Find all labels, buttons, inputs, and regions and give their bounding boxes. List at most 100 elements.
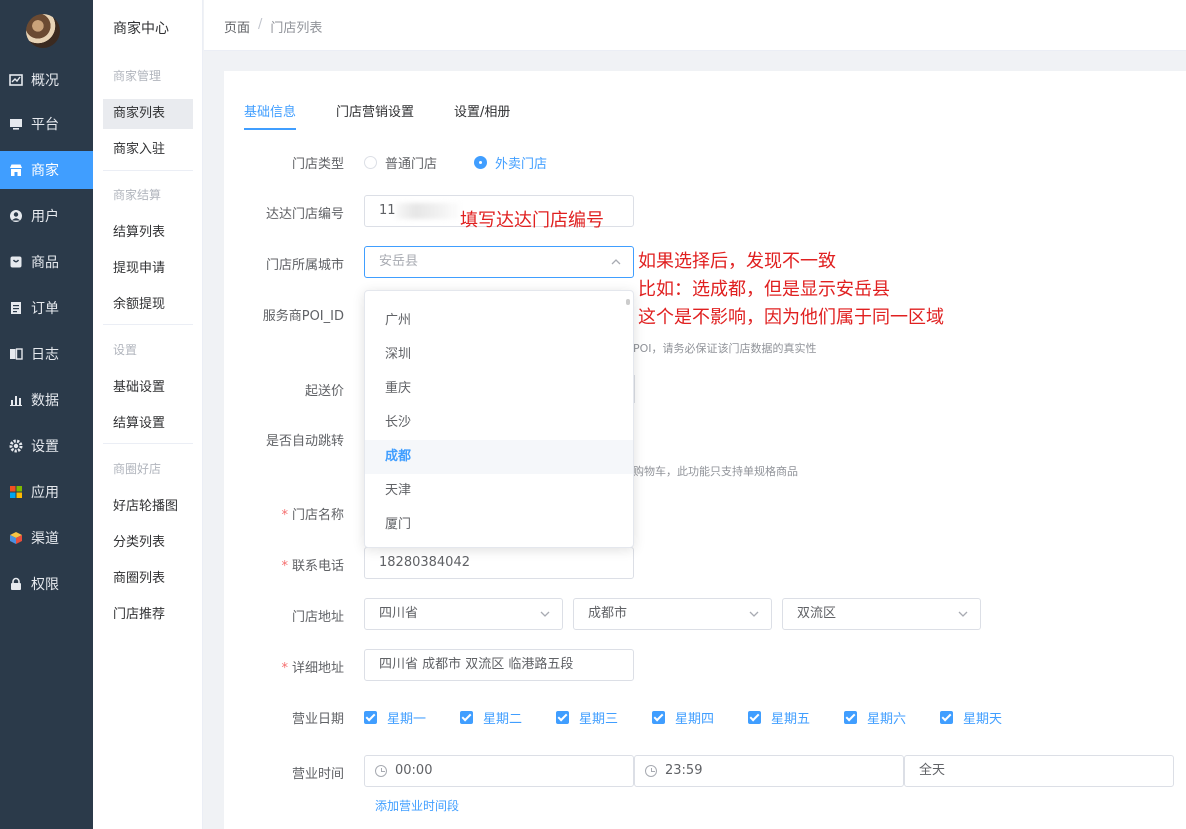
nav-item-platform[interactable]: 平台: [0, 105, 93, 143]
subnav-title: 商家中心: [113, 21, 169, 37]
city-option[interactable]: 重庆: [365, 372, 633, 406]
subnav-item-balance-withdraw[interactable]: 余额提现: [103, 290, 193, 320]
checkbox-box: [748, 711, 761, 724]
checkbox-tuesday[interactable]: 星期二: [460, 708, 522, 727]
phone-label-text: 联系电话: [291, 559, 344, 574]
district-select[interactable]: 双流区: [782, 598, 981, 630]
radio-label: 外卖门店: [495, 157, 548, 172]
city-option[interactable]: 厦门: [365, 508, 633, 542]
radio-label: 普通门店: [385, 157, 438, 172]
subnav-item-banner[interactable]: 好店轮播图: [103, 492, 193, 522]
subnav-item-category-list[interactable]: 分类列表: [103, 528, 193, 558]
nav-item-apps[interactable]: 应用: [0, 473, 93, 511]
checkbox-wednesday[interactable]: 星期三: [556, 708, 618, 727]
subnav-item-basic-settings[interactable]: 基础设置: [103, 373, 193, 403]
city-option[interactable]: 深圳: [365, 338, 633, 372]
dropdown-clipped-item: [385, 291, 415, 293]
subnav-item-store-recommend[interactable]: 门店推荐: [103, 600, 193, 630]
city-option-selected[interactable]: 成都: [365, 440, 633, 474]
subnav-item-merchant-list[interactable]: 商家列表: [103, 99, 193, 129]
nav-item-log[interactable]: 日志: [0, 335, 93, 373]
subnav-item-settlement-list[interactable]: 结算列表: [103, 218, 193, 248]
tab-basic-info[interactable]: 基础信息: [244, 101, 297, 130]
checkbox-label: 星期三: [579, 712, 619, 727]
monitor-icon: [9, 117, 23, 131]
checkbox-monday[interactable]: 星期一: [364, 708, 426, 727]
tab-marketing[interactable]: 门店营销设置: [336, 101, 414, 130]
subnav-item-settlement-settings[interactable]: 结算设置: [103, 409, 193, 439]
city-select[interactable]: 安岳县: [364, 246, 634, 278]
nav-label: 数据: [31, 393, 59, 409]
end-time-value: 23:59: [665, 763, 703, 778]
nav-item-permission[interactable]: 权限: [0, 565, 93, 603]
chevron-down-icon: [540, 611, 550, 617]
checkbox-label: 星期一: [387, 712, 427, 727]
city-district-select[interactable]: 成都市: [573, 598, 772, 630]
dada-id-value: 11: [379, 203, 396, 218]
city-option[interactable]: 长沙: [365, 406, 633, 440]
nav-item-user[interactable]: 用户: [0, 197, 93, 235]
tab-bar: 基础信息 门店营销设置 设置/相册: [244, 101, 550, 130]
clock-icon: [645, 765, 657, 777]
nav-item-overview[interactable]: 概况: [0, 61, 93, 99]
add-time-range-link[interactable]: 添加营业时间段: [375, 797, 459, 814]
tab-settings-album[interactable]: 设置/相册: [454, 101, 510, 130]
nav-item-order[interactable]: 订单: [0, 289, 93, 327]
detail-address-label: * 详细地址: [224, 657, 344, 676]
min-price-label: 起送价: [304, 384, 344, 399]
nav-item-merchant[interactable]: 商家: [0, 151, 93, 189]
province-select[interactable]: 四川省: [364, 598, 563, 630]
time-type-value: 全天: [919, 763, 946, 778]
business-days-label: 营业日期: [291, 712, 344, 727]
nav-item-channel[interactable]: 渠道: [0, 519, 93, 557]
radio-takeaway-store[interactable]: 外卖门店: [474, 153, 547, 172]
phone-label: * 联系电话: [224, 555, 344, 574]
start-time-picker[interactable]: 00:00: [364, 755, 634, 787]
checkbox-label: 星期五: [771, 712, 811, 727]
auto-jump-label: 是否自动跳转: [265, 434, 344, 449]
nav-label: 概况: [31, 73, 59, 89]
subnav-item-merchant-join[interactable]: 商家入驻: [103, 135, 193, 165]
checkbox-saturday[interactable]: 星期六: [844, 708, 906, 727]
avatar-logo[interactable]: [26, 14, 60, 48]
annotation-city-1: 如果选择后，发现不一致: [638, 251, 836, 272]
min-price-input-edge: [634, 375, 635, 403]
phone-value: 18280384042: [379, 555, 470, 570]
redacted-blur: [395, 202, 460, 219]
city-select-placeholder: 安岳县: [379, 254, 419, 269]
time-type-select[interactable]: 全天: [904, 755, 1174, 787]
poi-label: 服务商POI_ID: [262, 309, 344, 324]
clock-icon: [375, 765, 387, 777]
subnav-item-withdraw-apply[interactable]: 提现申请: [103, 254, 193, 284]
nav-item-goods[interactable]: 商品: [0, 243, 93, 281]
breadcrumb-current: 门店列表: [270, 21, 323, 36]
subnav-group-head: 设置: [113, 343, 138, 357]
chevron-down-icon: [958, 611, 968, 617]
checkbox-thursday[interactable]: 星期四: [652, 708, 714, 727]
nav-label: 权限: [31, 577, 59, 593]
city-option[interactable]: 天津: [365, 474, 633, 508]
checkbox-friday[interactable]: 星期五: [748, 708, 810, 727]
city-option[interactable]: 广州: [365, 304, 633, 338]
breadcrumb-root[interactable]: 页面: [224, 17, 250, 36]
detail-address-input[interactable]: 四川省 成都市 双流区 临港路五段: [364, 649, 634, 681]
subnav-item-district-list[interactable]: 商圈列表: [103, 564, 193, 594]
nav-label: 订单: [31, 301, 59, 317]
nav-item-data[interactable]: 数据: [0, 381, 93, 419]
subnav-group-head: 商圈好店: [113, 462, 162, 476]
nav-label: 平台: [31, 117, 59, 133]
phone-input[interactable]: 18280384042: [364, 547, 634, 579]
apps-icon: [9, 485, 23, 499]
checkbox-sunday[interactable]: 星期天: [940, 708, 1002, 727]
checkbox-label: 星期天: [963, 712, 1003, 727]
end-time-picker[interactable]: 23:59: [634, 755, 904, 787]
store-type-label: 门店类型: [291, 157, 344, 172]
radio-normal-store[interactable]: 普通门店: [364, 153, 437, 172]
nav-item-settings[interactable]: 设置: [0, 427, 93, 465]
store-icon: [9, 163, 23, 177]
top-bar: 页面 / 门店列表: [204, 0, 1186, 51]
province-value: 四川省: [379, 606, 419, 621]
detail-address-label-text: 详细地址: [291, 661, 344, 676]
order-icon: [9, 301, 23, 315]
checkbox-box: [364, 711, 377, 724]
